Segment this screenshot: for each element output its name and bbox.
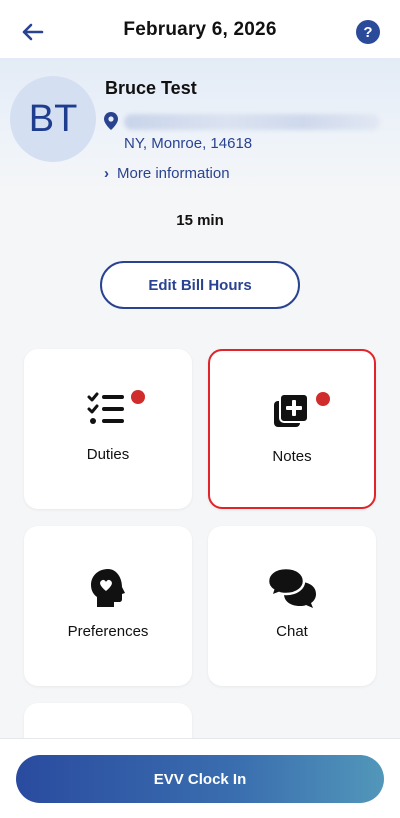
tile-label: Duties — [86, 446, 130, 463]
tile-notes[interactable]: Notes — [208, 349, 376, 509]
duties-badge — [131, 390, 145, 404]
map-pin-icon — [104, 112, 118, 130]
tile-duties[interactable]: Duties — [24, 349, 192, 509]
client-profile: BT Bruce Test NY, Monroe, 14618 › More i… — [0, 58, 400, 198]
footer-bar: EVV Clock In — [0, 738, 400, 818]
page-title: February 6, 2026 — [123, 19, 277, 40]
checklist-icon — [87, 392, 124, 424]
chevron-right-icon: › — [104, 165, 109, 182]
more-information-label: More information — [117, 165, 230, 182]
notes-badge — [316, 392, 330, 406]
tile-label: Notes — [272, 448, 312, 465]
tile-label: Preferences — [67, 623, 149, 640]
chat-bubbles-icon — [266, 566, 316, 608]
evv-clock-in-button[interactable]: EVV Clock In — [16, 755, 384, 803]
add-note-icon — [274, 393, 309, 427]
head-heart-icon — [91, 569, 125, 607]
tile-label: Chat — [276, 623, 308, 640]
arrow-left-icon — [22, 23, 44, 41]
app-header: February 6, 2026 ? — [0, 0, 400, 60]
client-city: NY, Monroe, 14618 — [124, 135, 253, 152]
visit-duration: 15 min — [176, 212, 224, 229]
edit-bill-hours-button[interactable]: Edit Bill Hours — [100, 261, 300, 309]
help-button[interactable]: ? — [356, 20, 380, 44]
client-name: Bruce Test — [105, 78, 197, 98]
back-button[interactable] — [18, 18, 46, 46]
more-information-link[interactable]: › More information — [104, 165, 230, 182]
address-redacted — [124, 114, 380, 130]
tile-chat[interactable]: Chat — [208, 526, 376, 686]
tile-preferences[interactable]: Preferences — [24, 526, 192, 686]
avatar: BT — [10, 76, 96, 162]
